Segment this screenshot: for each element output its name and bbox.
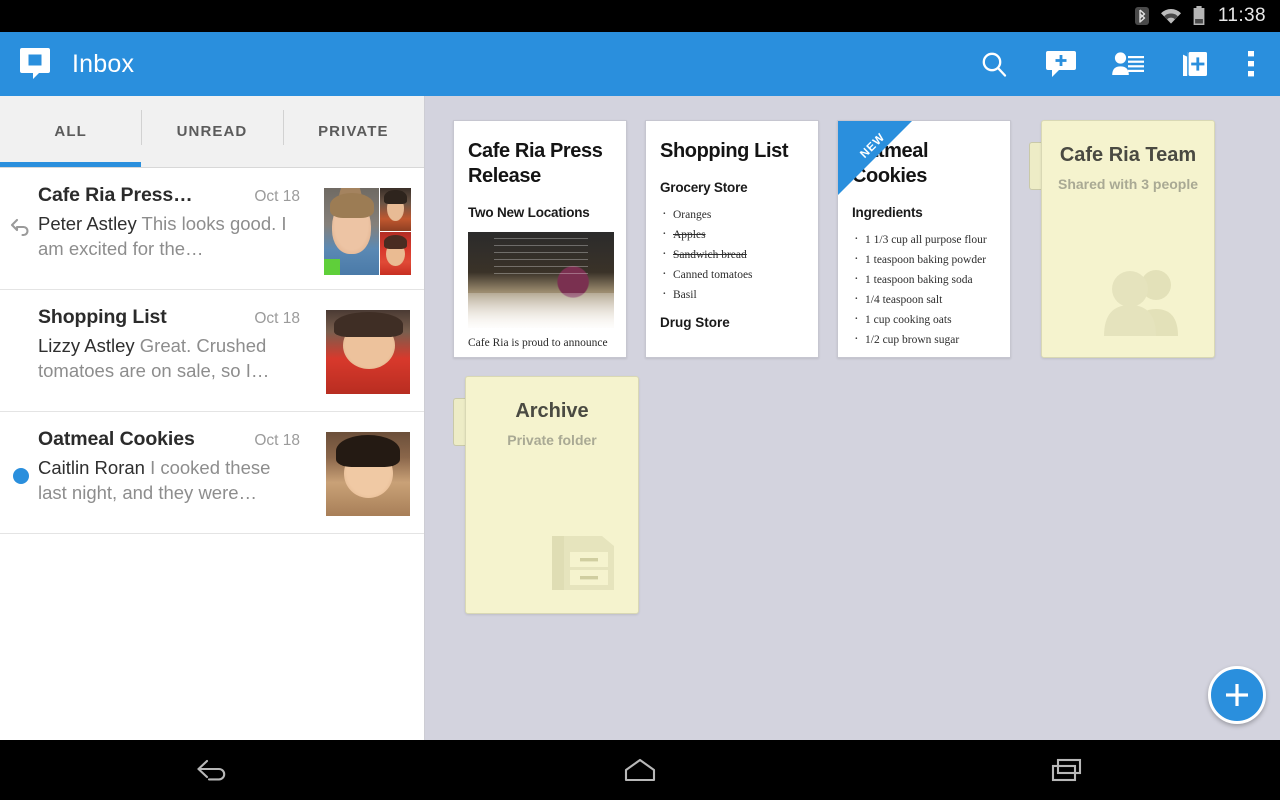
bluetooth-icon: [1134, 6, 1149, 26]
android-navigation-bar: [0, 740, 1280, 800]
reply-arrow-icon: [10, 216, 32, 238]
thread-title: Shopping List: [38, 306, 167, 328]
folder-title: Cafe Ria Team: [1059, 144, 1197, 166]
document-subtitle-secondary: Drug Store: [660, 315, 730, 330]
nav-recents-icon[interactable]: [853, 756, 1280, 784]
list-item: 1 teaspoon baking soda: [852, 268, 996, 292]
android-tablet-screen: 11:38 Inbox ALL UNREAD PRIVATE Cafe Ria …: [0, 0, 1280, 800]
filter-tabs: ALL UNREAD PRIVATE: [0, 96, 424, 168]
document-card-press-release[interactable]: Cafe Ria Press Release Two New Locations…: [453, 120, 627, 358]
nav-home-icon[interactable]: [427, 756, 854, 784]
tab-private-label: PRIVATE: [318, 123, 389, 140]
status-bar: 11:38: [0, 0, 1280, 32]
two-people-icon: [1104, 264, 1196, 343]
avatar-photo: [380, 232, 411, 275]
document-subtitle: Ingredients: [852, 205, 923, 220]
documents-grid: Cafe Ria Press Release Two New Locations…: [453, 120, 1280, 614]
avatar: [324, 188, 411, 275]
thread-sender: Peter Astley: [38, 213, 137, 234]
document-subtitle: Grocery Store: [660, 180, 748, 195]
avatar-photo: [326, 432, 410, 516]
tab-all[interactable]: ALL: [0, 96, 141, 167]
list-item: Sandwich bread: [660, 243, 804, 267]
list-item: 1/2 cup brown sugar: [852, 328, 996, 352]
unread-indicator-dot: [13, 468, 29, 484]
document-title: Oatmeal Cookies: [852, 140, 929, 187]
thread-sender: Caitlin Roran: [38, 457, 145, 478]
documents-grid-pane: Cafe Ria Press Release Two New Locations…: [425, 96, 1280, 740]
list-item: 1/4 teaspoon salt: [852, 288, 996, 312]
document-title: Cafe Ria Press Release: [468, 140, 603, 187]
folder-title: Archive: [515, 400, 589, 422]
inbox-pane: ALL UNREAD PRIVATE Cafe Ria Press… Oct 1…: [0, 96, 425, 740]
quip-logo-icon[interactable]: [18, 45, 56, 83]
folder-card-archive[interactable]: Archive Private folder: [453, 376, 639, 614]
list-item: Apples: [660, 223, 804, 247]
avatar-photo: [326, 310, 410, 394]
document-subtitle: Two New Locations: [468, 205, 590, 220]
overflow-menu-icon[interactable]: [1228, 32, 1274, 96]
list-item: Canned tomatoes: [660, 263, 804, 287]
compose-fab[interactable]: [1208, 666, 1266, 724]
action-bar-buttons: [960, 32, 1280, 96]
thread-list-item[interactable]: Shopping List Oct 18 Lizzy Astley Great.…: [0, 290, 424, 412]
search-icon[interactable]: [960, 32, 1027, 96]
page-title: Inbox: [72, 49, 135, 78]
avatar-photo: [380, 188, 411, 231]
list-item: Oranges: [660, 203, 804, 227]
tab-private[interactable]: PRIVATE: [282, 96, 424, 167]
wifi-icon: [1159, 7, 1183, 25]
avatar: [326, 310, 410, 394]
folder-subtitle: Private folder: [507, 432, 597, 448]
ingredients-list: 1 1/3 cup all purpose flour 1 teaspoon b…: [852, 228, 996, 352]
plus-icon: [1226, 684, 1248, 706]
new-message-icon[interactable]: [1027, 32, 1094, 96]
tab-selected-indicator: [0, 162, 141, 167]
document-card-oatmeal-cookies[interactable]: NEW Oatmeal Cookies Ingredients 1 1/3 cu…: [837, 120, 1011, 358]
list-item: 1 teaspoon baking powder: [852, 248, 996, 272]
tab-unread[interactable]: UNREAD: [141, 96, 282, 167]
action-bar: Inbox: [0, 32, 1280, 96]
avatar: [326, 432, 410, 516]
folder-subtitle: Shared with 3 people: [1057, 176, 1199, 192]
online-status-indicator: [324, 259, 340, 275]
new-document-icon[interactable]: [1161, 32, 1228, 96]
file-cabinet-icon: [542, 520, 620, 599]
folder-card-cafe-ria-team[interactable]: Cafe Ria Team Shared with 3 people: [1029, 120, 1215, 358]
list-item: 1 cup cooking oats: [852, 308, 996, 332]
tab-unread-label: UNREAD: [176, 123, 248, 140]
tab-all-label: ALL: [54, 123, 87, 140]
checklist: Oranges Apples Sandwich bread Canned tom…: [660, 203, 804, 307]
thread-title: Cafe Ria Press…: [38, 184, 193, 206]
cafe-photo: [468, 232, 614, 328]
document-body-text: Cafe Ria is proud to announce: [468, 337, 608, 349]
avatar-photo: [324, 188, 379, 275]
thread-sender: Lizzy Astley: [38, 335, 135, 356]
contacts-icon[interactable]: [1094, 32, 1161, 96]
thread-list-item[interactable]: Oatmeal Cookies Oct 18 Caitlin Roran I c…: [0, 412, 424, 534]
thread-title: Oatmeal Cookies: [38, 428, 195, 450]
status-bar-clock: 11:38: [1217, 5, 1266, 26]
battery-icon: [1193, 6, 1205, 26]
document-card-shopping-list[interactable]: Shopping List Grocery Store Oranges Appl…: [645, 120, 819, 358]
list-item: 1 1/3 cup all purpose flour: [852, 228, 996, 252]
list-item: Basil: [660, 283, 804, 307]
document-title: Shopping List: [660, 140, 789, 162]
nav-back-icon[interactable]: [0, 756, 427, 784]
thread-list-item[interactable]: Cafe Ria Press… Oct 18 Peter Astley This…: [0, 168, 424, 290]
